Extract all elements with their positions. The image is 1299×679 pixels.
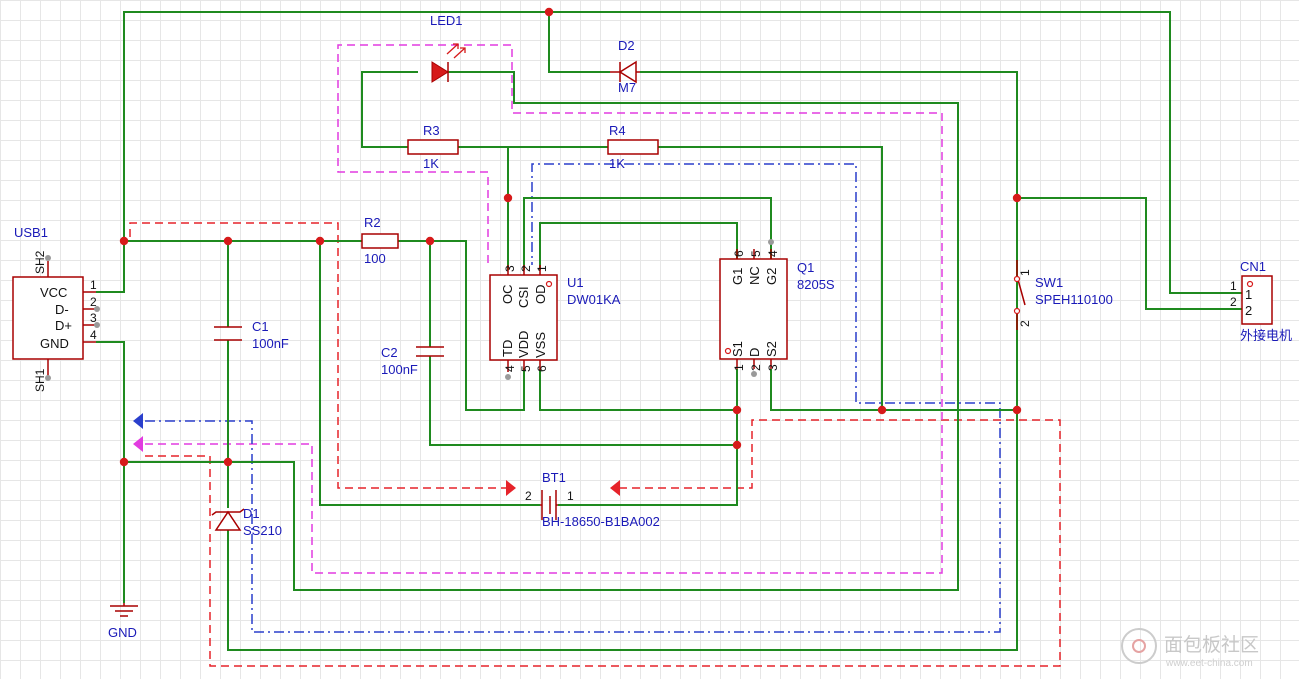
usb1-pin-dminus: D- bbox=[55, 302, 69, 317]
u1-pin-num-3: 3 bbox=[503, 265, 517, 272]
u1-pin-csi: CSI bbox=[516, 286, 531, 308]
schematic-canvas[interactable]: USB1 SH2 SH1 VCC D- D+ GND 1 2 3 4 GND C… bbox=[0, 0, 1299, 679]
u1-pin-od: OD bbox=[533, 285, 548, 305]
u1-pin-num-4: 4 bbox=[503, 365, 517, 372]
q1-pin-g1: G1 bbox=[730, 268, 745, 285]
c2-value: 100nF bbox=[381, 362, 418, 377]
r4-value: 1K bbox=[609, 156, 625, 171]
d1-ref: D1 bbox=[243, 506, 260, 521]
port-arrow-magenta bbox=[133, 436, 143, 452]
u1-pin-num-1: 1 bbox=[535, 265, 549, 272]
cn1-pin-num-2: 2 bbox=[1230, 295, 1237, 309]
q1-pin-nc: NC bbox=[747, 266, 762, 285]
sw1-pin-num-2: 2 bbox=[1018, 320, 1032, 327]
group-outline-red-top bbox=[129, 222, 506, 489]
watermark-url: www.eet-china.com bbox=[1165, 658, 1253, 669]
q1-ref: Q1 bbox=[797, 260, 814, 275]
q1-pin-num-6: 6 bbox=[732, 250, 746, 257]
watermark: 面包板社区 www.eet-china.com bbox=[1121, 628, 1259, 669]
u1-ref: U1 bbox=[567, 275, 584, 290]
switch-sw1[interactable]: 1 2 SW1 SPEH110100 bbox=[1013, 260, 1113, 330]
bt1-pin-num-1: 1 bbox=[567, 489, 574, 503]
diode-d1[interactable]: D1 SS210 bbox=[211, 506, 282, 538]
gnd-symbol[interactable]: GND bbox=[108, 603, 138, 640]
cn1-value: 外接电机 bbox=[1240, 328, 1292, 343]
u1-pin-td: TD bbox=[500, 340, 515, 357]
capacitor-c1[interactable]: C1 100nF bbox=[214, 319, 289, 351]
usb1-pin-vcc: VCC bbox=[40, 285, 67, 300]
usb1-pin-gnd: GND bbox=[40, 336, 69, 351]
group-outline-blue bbox=[145, 163, 1001, 633]
connector-cn1[interactable]: 1 2 1 2 CN1 外接电机 bbox=[1230, 259, 1292, 343]
usb1-pin-num-4: 4 bbox=[90, 328, 97, 342]
q1-pin-d: D bbox=[747, 348, 762, 357]
d2-value: M7 bbox=[618, 80, 636, 95]
q1-pin-g2: G2 bbox=[764, 268, 779, 285]
resistor-r2[interactable]: R2 100 bbox=[361, 215, 399, 266]
cn1-pin-inner-2: 2 bbox=[1245, 303, 1252, 318]
c1-ref: C1 bbox=[252, 319, 269, 334]
u1-pin-num-5: 5 bbox=[519, 365, 533, 372]
mosfet-q1[interactable]: 6 5 4 G1 NC G2 S1 D S2 1 2 3 Q1 8205S bbox=[719, 239, 835, 377]
cn1-pin-num-1: 1 bbox=[1230, 279, 1237, 293]
usb1-sh2-label: SH2 bbox=[33, 250, 47, 274]
diode-d2[interactable]: D2 M7 bbox=[610, 38, 640, 95]
capacitor-c2[interactable]: C2 100nF bbox=[381, 345, 444, 377]
cn1-pin-inner-1: 1 bbox=[1245, 287, 1252, 302]
q1-pin-num-5: 5 bbox=[749, 250, 763, 257]
q1-pin-num-3: 3 bbox=[766, 364, 780, 371]
watermark-text: 面包板社区 bbox=[1164, 634, 1259, 656]
r2-value: 100 bbox=[364, 251, 386, 266]
battery-bt1[interactable]: 2 1 BT1 BH-18650-B1BA002 bbox=[525, 470, 660, 529]
port-arrow-red-left bbox=[506, 480, 516, 496]
q1-pin-num-4: 4 bbox=[766, 250, 780, 257]
q1-pin-s1: S1 bbox=[730, 341, 745, 357]
u1-pin-num-6: 6 bbox=[535, 365, 549, 372]
u1-pin-oc: OC bbox=[500, 285, 515, 305]
c2-ref: C2 bbox=[381, 345, 398, 360]
junctions bbox=[119, 7, 1022, 467]
u1-value: DW01KA bbox=[567, 292, 621, 307]
r2-ref: R2 bbox=[364, 215, 381, 230]
port-arrow-blue bbox=[133, 413, 143, 429]
port-arrow-red-right bbox=[610, 480, 620, 496]
d2-ref: D2 bbox=[618, 38, 635, 53]
bt1-ref: BT1 bbox=[542, 470, 566, 485]
q1-pin-num-2: 2 bbox=[749, 364, 763, 371]
gnd-label: GND bbox=[108, 625, 137, 640]
usb1-pin-dplus: D+ bbox=[55, 318, 72, 333]
sw1-ref: SW1 bbox=[1035, 275, 1063, 290]
usb1-pin-num-3: 3 bbox=[90, 311, 97, 325]
usb1-connector[interactable]: USB1 SH2 SH1 VCC D- D+ GND 1 2 3 4 bbox=[12, 225, 100, 392]
sw1-pin-num-1: 1 bbox=[1018, 269, 1032, 276]
ic-u1[interactable]: 3 2 1 OC CSI OD TD VDD VSS 4 5 6 U1 DW01… bbox=[489, 265, 621, 380]
usb1-pin-num-1: 1 bbox=[90, 278, 97, 292]
c1-value: 100nF bbox=[252, 336, 289, 351]
r3-ref: R3 bbox=[423, 123, 440, 138]
q1-value: 8205S bbox=[797, 277, 835, 292]
q1-pin-num-1: 1 bbox=[732, 364, 746, 371]
d1-value: SS210 bbox=[243, 523, 282, 538]
usb1-pin-num-2: 2 bbox=[90, 295, 97, 309]
u1-pin-num-2: 2 bbox=[519, 265, 533, 272]
q1-pin-s2: S2 bbox=[764, 341, 779, 357]
cn1-ref: CN1 bbox=[1240, 259, 1266, 274]
usb1-ref: USB1 bbox=[14, 225, 48, 240]
usb1-sh1-label: SH1 bbox=[33, 368, 47, 392]
sw1-value: SPEH110100 bbox=[1035, 292, 1113, 307]
resistor-r3[interactable]: R3 1K bbox=[407, 123, 459, 171]
r3-value: 1K bbox=[423, 156, 439, 171]
u1-pin-vss: VSS bbox=[533, 332, 548, 358]
bt1-value: BH-18650-B1BA002 bbox=[542, 514, 660, 529]
u1-pin-vdd: VDD bbox=[516, 331, 531, 358]
r4-ref: R4 bbox=[609, 123, 626, 138]
bt1-pin-num-2: 2 bbox=[525, 489, 532, 503]
led1-ref: LED1 bbox=[430, 13, 463, 28]
